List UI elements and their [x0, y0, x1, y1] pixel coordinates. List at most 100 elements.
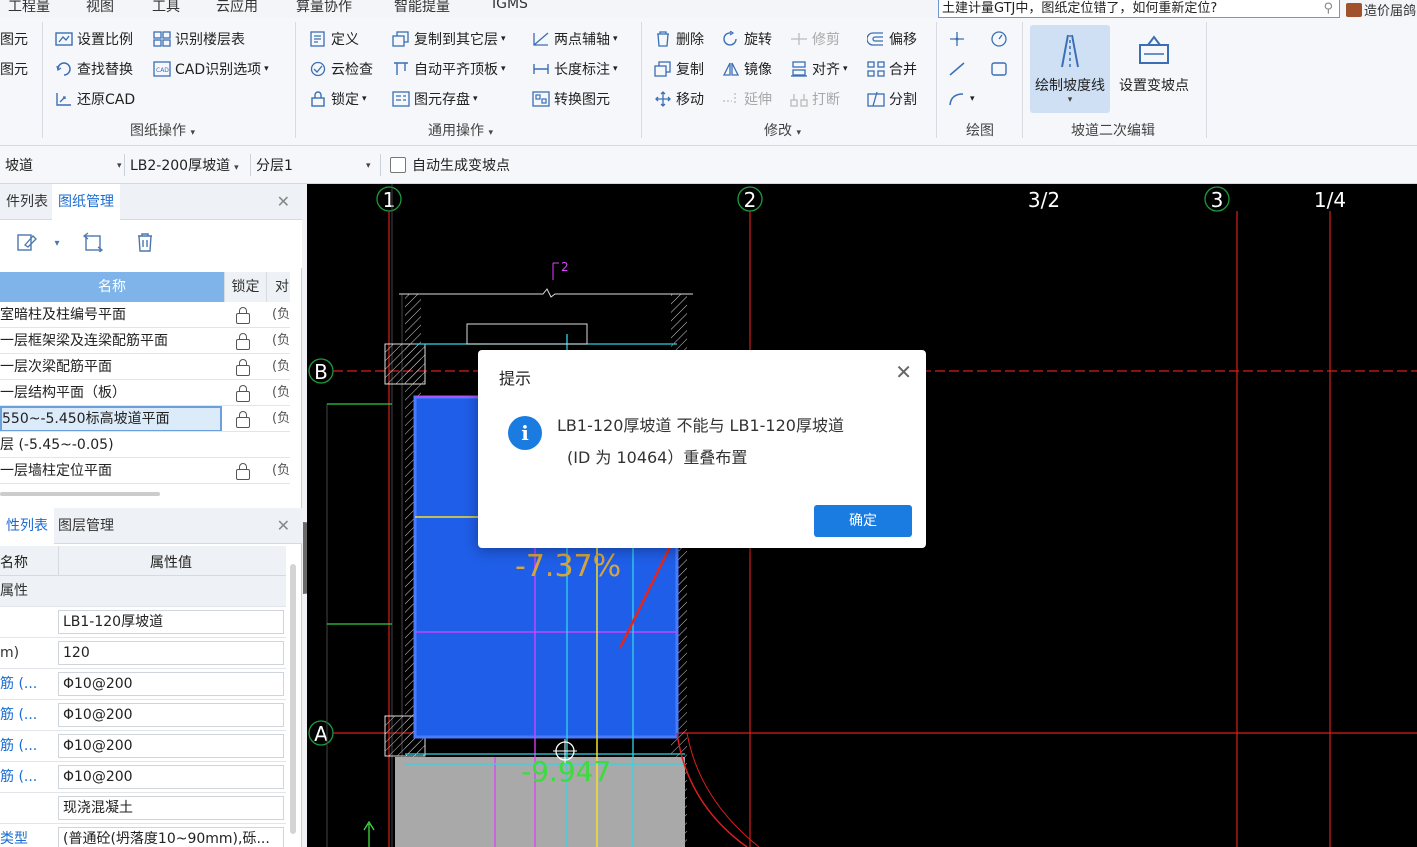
component-select[interactable]: LB2-200厚坡道 ▾	[130, 155, 239, 177]
property-value-field[interactable]: Φ10@200	[58, 765, 284, 789]
property-group-row[interactable]: 属性	[0, 576, 286, 607]
extend-button[interactable]: 延伸	[722, 88, 772, 110]
ok-button[interactable]: 确定	[814, 505, 912, 537]
length-dim-button[interactable]: 长度标注 ▾	[532, 58, 618, 80]
merge-button[interactable]: 合并	[867, 58, 917, 80]
table-row[interactable]: 层 (-5.45~-0.05)	[0, 432, 290, 458]
help-search-input[interactable]: 土建计量GTJ中，图纸定位错了，如何重新定位? ⚲	[938, 0, 1340, 18]
property-row[interactable]: LB1-120厚坡道	[0, 607, 286, 638]
draw-point-button[interactable]	[948, 28, 970, 50]
search-icon[interactable]: ⚲	[1323, 0, 1333, 17]
menu-quantities[interactable]: 工程量	[8, 0, 50, 16]
restore-cad-button[interactable]: 还原CAD	[55, 88, 135, 110]
split-button[interactable]: 分割	[867, 88, 917, 110]
identify-floors-button[interactable]: 识别楼层表	[153, 28, 245, 50]
property-row[interactable]: 筋 (... Φ10@200	[0, 762, 286, 793]
menu-collab[interactable]: 算量协作	[296, 0, 352, 16]
find-replace-button[interactable]: 查找替换	[55, 58, 133, 80]
close-icon[interactable]: ✕	[277, 192, 290, 211]
two-point-axis-button[interactable]: 两点辅轴 ▾	[532, 28, 618, 50]
property-row[interactable]: 现浇混凝土	[0, 793, 286, 824]
tab-drawing-manager[interactable]: 图纸管理	[52, 184, 120, 220]
lock-icon[interactable]	[228, 331, 258, 351]
auto-flush-button[interactable]: 自动平齐顶板 ▾	[392, 58, 506, 80]
horizontal-scrollbar[interactable]	[0, 492, 160, 496]
property-row[interactable]: 筋 (... Φ10@200	[0, 731, 286, 762]
trim-button[interactable]: 修剪	[790, 28, 840, 50]
cad-options-button[interactable]: CAD CAD识别选项 ▾	[153, 58, 269, 80]
group-label-modify[interactable]: 修改 ▾	[764, 120, 801, 140]
menu-tools[interactable]: 工具	[152, 0, 180, 16]
lock-icon[interactable]	[228, 461, 258, 481]
property-value-field[interactable]: 120	[58, 641, 284, 665]
property-value-field[interactable]: 现浇混凝土	[58, 796, 284, 820]
rotate-button[interactable]: 旋转	[722, 28, 772, 50]
trash-icon[interactable]	[132, 232, 158, 256]
lock-icon[interactable]	[228, 409, 258, 429]
swap-icon[interactable]	[80, 232, 106, 256]
lock-button[interactable]: 锁定 ▾	[309, 88, 367, 110]
save-elements-button[interactable]: 图元存盘 ▾	[392, 88, 478, 110]
set-change-point-button[interactable]: 设置变坡点	[1114, 25, 1194, 113]
ribbon-cut-item-2[interactable]: 图元	[0, 58, 28, 80]
menu-smart[interactable]: 智能提量	[394, 0, 450, 16]
copy-to-floor-button[interactable]: 复制到其它层 ▾	[392, 28, 506, 50]
dropdown-arrow-icon[interactable]: ▾	[44, 232, 70, 256]
define-button[interactable]: 定义	[309, 28, 359, 50]
property-row[interactable]: m) 120	[0, 638, 286, 669]
align-button[interactable]: 对齐 ▾	[790, 58, 848, 80]
draw-line-button[interactable]	[948, 58, 970, 80]
dropdown-arrow-icon: ▾	[234, 163, 239, 173]
mirror-button[interactable]: 镜像	[722, 58, 772, 80]
group-label-general-ops[interactable]: 通用操作 ▾	[428, 120, 493, 140]
property-row[interactable]: 筋 (... Φ10@200	[0, 669, 286, 700]
property-value-field[interactable]: Φ10@200	[58, 703, 284, 727]
close-icon[interactable]: ✕	[895, 360, 912, 384]
property-value-field[interactable]: LB1-120厚坡道	[58, 610, 284, 634]
draw-arc-button[interactable]: ▾	[948, 88, 975, 110]
group-label-drawing-ops[interactable]: 图纸操作 ▾	[130, 120, 195, 140]
menu-cloud[interactable]: 云应用	[216, 0, 258, 16]
property-value-field[interactable]: Φ10@200	[58, 672, 284, 696]
table-row[interactable]: 一层框架梁及连梁配筋平面 (负	[0, 328, 290, 354]
cloud-check-button[interactable]: 云检查	[309, 58, 373, 80]
layer-select[interactable]: 分层1 ▾	[256, 155, 372, 177]
component-type-select[interactable]: 坡道 ▾	[5, 155, 123, 177]
table-row[interactable]: 一层墙柱定位平面 (负	[0, 458, 290, 484]
col-name-header[interactable]: 名称	[0, 272, 224, 302]
property-value-field[interactable]: Φ10@200	[58, 734, 284, 758]
tab-layer-manager[interactable]: 图层管理	[52, 508, 120, 544]
set-scale-button[interactable]: 设置比例	[55, 28, 133, 50]
copy-button[interactable]: 复制	[654, 58, 704, 80]
move-button[interactable]: 移动	[654, 88, 704, 110]
close-icon[interactable]: ✕	[277, 516, 290, 535]
lock-icon[interactable]	[228, 357, 258, 377]
draw-rotate-point-button[interactable]	[990, 28, 1012, 50]
ribbon-cut-item-1[interactable]: 图元	[0, 28, 28, 50]
draw-slope-line-button[interactable]: 绘制坡度线 ▾	[1030, 25, 1110, 113]
property-row[interactable]: 筋 (... Φ10@200	[0, 700, 286, 731]
vertical-scrollbar[interactable]	[290, 564, 296, 834]
table-row[interactable]: 室暗柱及柱编号平面 (负	[0, 302, 290, 328]
lock-icon[interactable]	[228, 383, 258, 403]
tab-component-list[interactable]: 件列表	[0, 184, 54, 220]
property-row[interactable]: 类型 (普通砼(坍落度10~90mm),砾...	[0, 824, 286, 847]
menu-igms[interactable]: IGMS	[492, 0, 528, 12]
delete-button[interactable]: 删除	[654, 28, 704, 50]
property-value-field[interactable]: (普通砼(坍落度10~90mm),砾...	[58, 827, 284, 847]
lock-icon[interactable]	[228, 305, 258, 325]
edit-icon[interactable]	[14, 232, 40, 256]
break-button[interactable]: 打断	[790, 88, 840, 110]
table-row[interactable]: 一层结构平面（板） (负	[0, 380, 290, 406]
col-lock-header[interactable]: 锁定	[224, 272, 266, 302]
offset-button[interactable]: 偏移	[866, 28, 917, 50]
col-corr-header[interactable]: 对	[266, 272, 290, 302]
tab-property-list[interactable]: 性列表	[0, 508, 54, 544]
table-row[interactable]: 550~-5.450标高坡道平面 (负	[0, 406, 290, 432]
ribbon-separator	[1206, 22, 1207, 138]
table-row[interactable]: 一层次梁配筋平面 (负	[0, 354, 290, 380]
draw-rect-button[interactable]	[990, 58, 1012, 80]
menu-view[interactable]: 视图	[86, 0, 114, 16]
convert-button[interactable]: 转换图元	[532, 88, 610, 110]
auto-gen-checkbox[interactable]	[390, 157, 406, 173]
